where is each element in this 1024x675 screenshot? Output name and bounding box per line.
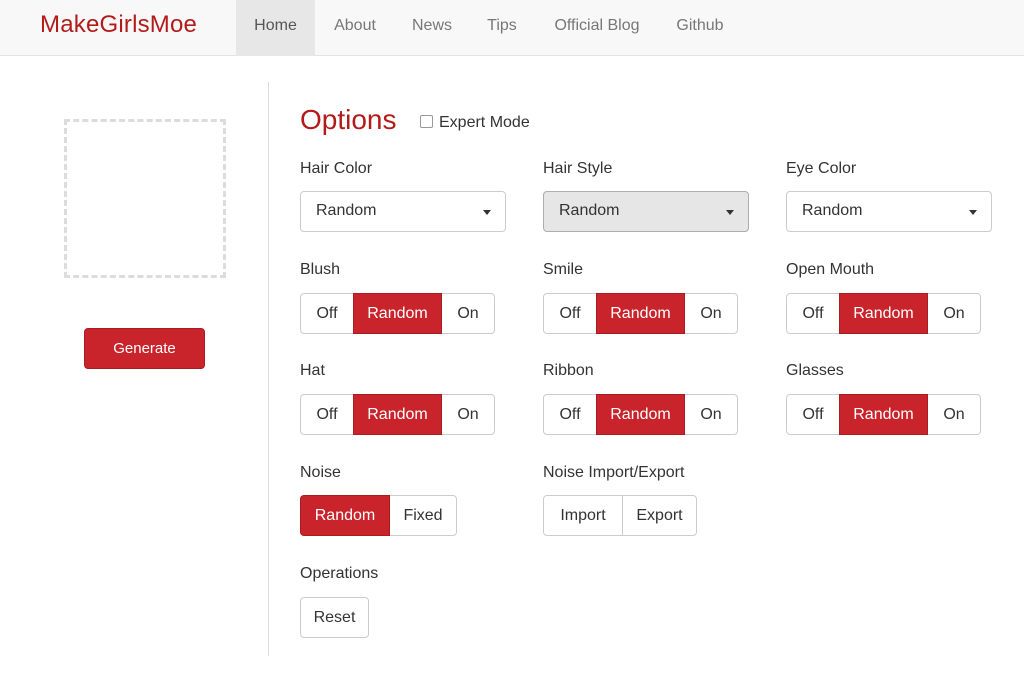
ribbon-toggle-group: Off Random On [543,394,738,435]
nav-home[interactable]: Home [236,0,315,56]
noise-import-export-label: Noise Import/Export [543,464,685,481]
operations-label: Operations [300,565,379,582]
glasses-label: Glasses [786,362,844,379]
noise-fixed-button[interactable]: Fixed [389,495,457,536]
blush-label: Blush [300,261,341,278]
hat-random-button[interactable]: Random [353,394,442,435]
expert-mode-checkbox[interactable]: Expert Mode [420,114,530,132]
vertical-divider [268,82,269,656]
reset-button[interactable]: Reset [300,597,369,638]
blush-off-button[interactable]: Off [300,293,354,334]
nav-news[interactable]: News [398,0,466,56]
nav-github[interactable]: Github [662,0,738,56]
smile-label: Smile [543,261,584,278]
ribbon-random-button[interactable]: Random [596,394,685,435]
glasses-off-button[interactable]: Off [786,394,840,435]
glasses-random-button[interactable]: Random [839,394,928,435]
ribbon-label: Ribbon [543,362,594,379]
export-button[interactable]: Export [622,495,697,536]
smile-random-button[interactable]: Random [596,293,685,334]
open-mouth-on-button[interactable]: On [927,293,981,334]
image-preview [64,119,226,278]
ribbon-on-button[interactable]: On [684,394,738,435]
hair-style-label: Hair Style [543,160,613,177]
hair-color-label: Hair Color [300,160,373,177]
eye-color-value: Random [802,202,863,219]
nav-tips[interactable]: Tips [472,0,532,56]
open-mouth-toggle-group: Off Random On [786,293,981,334]
options-title: Options [300,104,397,135]
eye-color-select[interactable]: Random [786,191,992,232]
blush-toggle-group: Off Random On [300,293,495,334]
caret-down-icon [483,210,491,215]
smile-off-button[interactable]: Off [543,293,597,334]
hat-on-button[interactable]: On [441,394,495,435]
open-mouth-label: Open Mouth [786,261,875,278]
noise-label: Noise [300,464,341,481]
expert-mode-label: Expert Mode [439,114,530,131]
noise-toggle-group: Random Fixed [300,495,457,536]
hat-label: Hat [300,362,325,379]
hair-color-value: Random [316,202,377,219]
hair-style-select[interactable]: Random [543,191,749,232]
glasses-toggle-group: Off Random On [786,394,981,435]
noise-import-export-group: Import Export [543,495,697,536]
blush-random-button[interactable]: Random [353,293,442,334]
glasses-on-button[interactable]: On [927,394,981,435]
brand-logo[interactable]: MakeGirlsMoe [40,11,197,39]
hair-color-select[interactable]: Random [300,191,506,232]
eye-color-label: Eye Color [786,160,857,177]
generate-button[interactable]: Generate [84,328,205,369]
noise-random-button[interactable]: Random [300,495,390,536]
ribbon-off-button[interactable]: Off [543,394,597,435]
open-mouth-random-button[interactable]: Random [839,293,928,334]
hat-off-button[interactable]: Off [300,394,354,435]
open-mouth-off-button[interactable]: Off [786,293,840,334]
hair-style-value: Random [559,202,620,219]
caret-down-icon [969,210,977,215]
blush-on-button[interactable]: On [441,293,495,334]
left-panel: Generate [0,56,270,675]
import-button[interactable]: Import [543,495,623,536]
hat-toggle-group: Off Random On [300,394,495,435]
smile-on-button[interactable]: On [684,293,738,334]
checkbox-icon[interactable] [420,115,433,128]
smile-toggle-group: Off Random On [543,293,738,334]
nav-official-blog[interactable]: Official Blog [538,0,656,56]
nav-about[interactable]: About [318,0,392,56]
caret-down-icon [726,210,734,215]
navbar: MakeGirlsMoe Home About News Tips Offici… [0,0,1024,56]
